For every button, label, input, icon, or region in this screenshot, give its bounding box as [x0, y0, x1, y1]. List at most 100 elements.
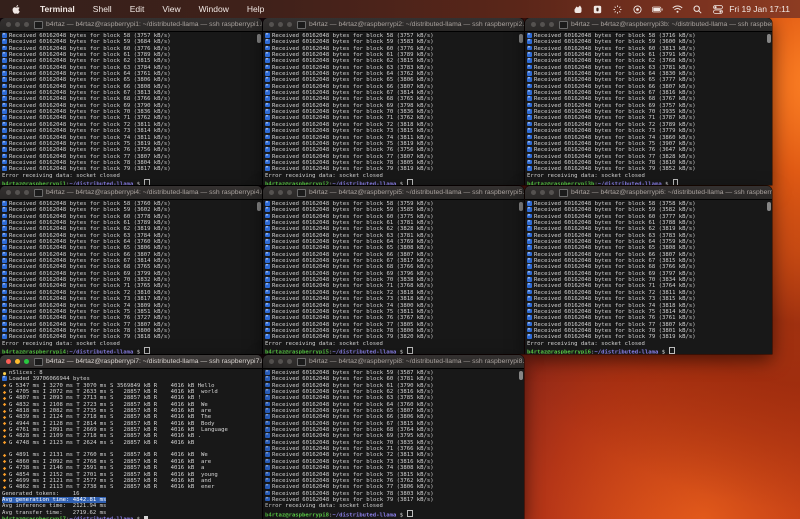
menu-item-terminal[interactable]: Terminal	[31, 4, 84, 14]
shell-prompt[interactable]: b4rtaz@raspberrypi5:~/distributed-llama …	[265, 346, 522, 354]
wifi-icon[interactable]	[672, 4, 683, 15]
traffic-light-min[interactable]	[278, 359, 283, 364]
terminal-window-raspberrypi3b[interactable]: b4rtaz — b4rtaz@raspberrypi3b: ~/distrib…	[525, 18, 772, 185]
shell-prompt[interactable]: b4rtaz@raspberrypi6:~/distributed-llama …	[527, 346, 770, 354]
traffic-light-close[interactable]	[269, 22, 274, 27]
shield-box-icon[interactable]	[592, 4, 603, 15]
app-badge-icon[interactable]	[572, 4, 583, 15]
shell-prompt[interactable]: b4rtaz@raspberrypi4:~/distributed-llama …	[2, 346, 260, 354]
window-titlebar[interactable]: b4rtaz — b4rtaz@raspberrypi7: ~/distribu…	[0, 355, 262, 369]
scrollbar-thumb[interactable]	[257, 202, 261, 211]
traffic-light-close[interactable]	[6, 22, 11, 27]
menu-item-view[interactable]: View	[153, 4, 189, 14]
shell-prompt[interactable]: b4rtaz@raspberrypi2:~/distributed-llama …	[265, 178, 522, 185]
menu-item-window[interactable]: Window	[190, 4, 238, 14]
menubar-status-area	[572, 4, 723, 15]
fast-forward-icon	[527, 264, 532, 270]
terminal-window-raspberrypi6[interactable]: b4rtaz — b4rtaz@raspberrypi6: ~/distribu…	[525, 186, 772, 354]
terminal-content[interactable]: Received 60162048 bytes for block 59 (35…	[263, 369, 524, 519]
terminal-content[interactable]: ●nSlices: 8Loaded 39706066944 bytes◆G 53…	[0, 369, 262, 519]
traffic-light-min[interactable]	[278, 190, 283, 195]
traffic-light-min[interactable]	[15, 190, 20, 195]
traffic-light-max[interactable]	[549, 190, 554, 195]
terminal-window-raspberrypi4[interactable]: b4rtaz — b4rtaz@raspberrypi4: ~/distribu…	[0, 186, 262, 354]
traffic-light-max[interactable]	[287, 359, 292, 364]
traffic-light-max[interactable]	[24, 359, 29, 364]
shell-prompt[interactable]: b4rtaz@raspberrypi1:~/distributed-llama …	[2, 178, 260, 185]
menu-item-shell[interactable]: Shell	[84, 4, 121, 14]
terminal-doc-icon	[559, 20, 568, 29]
traffic-light-min[interactable]	[540, 190, 545, 195]
terminal-window-raspberrypi8[interactable]: b4rtaz — b4rtaz@raspberrypi8: ~/distribu…	[263, 355, 524, 519]
fast-forward-icon	[265, 477, 270, 483]
fast-forward-icon	[2, 153, 7, 159]
battery-icon[interactable]	[652, 4, 663, 15]
fast-forward-icon	[265, 213, 270, 219]
menu-bar: Terminal Shell Edit View Window Help Fri 19 J…	[0, 0, 800, 18]
fast-forward-icon	[265, 446, 270, 451]
traffic-lights	[269, 22, 292, 27]
terminal-doc-icon	[34, 20, 43, 29]
terminal-content[interactable]: Received 60162048 bytes for block 58 (37…	[0, 200, 262, 354]
window-titlebar[interactable]: b4rtaz — b4rtaz@raspberrypi4: ~/distribu…	[0, 186, 262, 200]
terminal-window-raspberrypi1[interactable]: b4rtaz — b4rtaz@raspberrypi1: ~/distribu…	[0, 18, 262, 185]
terminal-content[interactable]: Received 60162048 bytes for block 58 (37…	[525, 200, 772, 354]
traffic-light-min[interactable]	[540, 22, 545, 27]
shell-prompt[interactable]: b4rtaz@raspberrypi3b:~/distributed-llama…	[527, 178, 770, 185]
traffic-light-close[interactable]	[269, 359, 274, 364]
shell-prompt[interactable]: b4rtaz@raspberrypi8:~/distributed-llama …	[265, 509, 522, 518]
terminal-window-raspberrypi7[interactable]: b4rtaz — b4rtaz@raspberrypi7: ~/distribu…	[0, 355, 262, 519]
prompt-user-host: b4rtaz@raspberrypi8	[265, 511, 329, 518]
window-title: b4rtaz — b4rtaz@raspberrypi3b: ~/distrib…	[571, 21, 772, 28]
traffic-light-close[interactable]	[269, 190, 274, 195]
scrollbar-thumb[interactable]	[767, 34, 771, 43]
window-titlebar[interactable]: b4rtaz — b4rtaz@raspberrypi6: ~/distribu…	[525, 186, 772, 200]
terminal-content[interactable]: Received 60162048 bytes for block 58 (37…	[263, 200, 524, 354]
fast-forward-icon	[2, 83, 7, 89]
fast-forward-icon	[2, 327, 7, 333]
screen-record-icon[interactable]	[632, 4, 643, 15]
terminal-cursor	[672, 178, 679, 185]
traffic-light-max[interactable]	[549, 22, 554, 27]
traffic-light-close[interactable]	[6, 359, 11, 364]
traffic-light-min[interactable]	[15, 359, 20, 364]
apple-menu-icon[interactable]	[12, 4, 21, 15]
scrollbar-thumb[interactable]	[519, 371, 523, 380]
traffic-light-max[interactable]	[24, 22, 29, 27]
menu-item-edit[interactable]: Edit	[121, 4, 154, 14]
fast-forward-icon	[265, 382, 270, 388]
terminal-content[interactable]: Received 60162048 bytes for block 58 (37…	[0, 32, 262, 185]
traffic-light-max[interactable]	[287, 22, 292, 27]
terminal-window-raspberrypi5[interactable]: b4rtaz — b4rtaz@raspberrypi5: ~/distribu…	[263, 186, 524, 354]
window-titlebar[interactable]: b4rtaz — b4rtaz@raspberrypi1: ~/distribu…	[0, 18, 262, 32]
traffic-light-close[interactable]	[531, 22, 536, 27]
terminal-window-raspberrypi2[interactable]: b4rtaz — b4rtaz@raspberrypi2: ~/distribu…	[263, 18, 524, 185]
traffic-light-min[interactable]	[15, 22, 20, 27]
traffic-light-max[interactable]	[287, 190, 292, 195]
traffic-light-close[interactable]	[531, 190, 536, 195]
fast-forward-icon	[527, 245, 532, 250]
window-titlebar[interactable]: b4rtaz — b4rtaz@raspberrypi2: ~/distribu…	[263, 18, 524, 32]
scrollbar-thumb[interactable]	[257, 34, 261, 43]
window-titlebar[interactable]: b4rtaz — b4rtaz@raspberrypi5: ~/distribu…	[263, 186, 524, 200]
window-titlebar[interactable]: b4rtaz — b4rtaz@raspberrypi3b: ~/distrib…	[525, 18, 772, 32]
fast-forward-icon	[265, 490, 270, 496]
terminal-content[interactable]: Received 60162048 bytes for block 58 (37…	[263, 32, 524, 185]
scrollbar-thumb[interactable]	[519, 202, 523, 211]
control-center-icon[interactable]	[712, 4, 723, 15]
keyboard-brightness-icon[interactable]	[612, 4, 623, 15]
window-titlebar[interactable]: b4rtaz — b4rtaz@raspberrypi8: ~/distribu…	[263, 355, 524, 369]
traffic-light-max[interactable]	[24, 190, 29, 195]
spotlight-search-icon[interactable]	[692, 4, 703, 15]
menubar-clock[interactable]: Fri 19 Jan 17:11	[729, 4, 790, 14]
traffic-light-min[interactable]	[278, 22, 283, 27]
fast-forward-icon	[265, 45, 270, 51]
fast-forward-icon	[265, 64, 270, 70]
fast-forward-icon	[2, 128, 7, 133]
terminal-content[interactable]: Received 60162048 bytes for block 58 (37…	[525, 32, 772, 185]
scrollbar-thumb[interactable]	[519, 34, 523, 43]
scrollbar-thumb[interactable]	[767, 202, 771, 211]
orange-diamond-icon: ◆	[2, 452, 7, 459]
menu-item-help[interactable]: Help	[238, 4, 273, 14]
traffic-light-close[interactable]	[6, 190, 11, 195]
